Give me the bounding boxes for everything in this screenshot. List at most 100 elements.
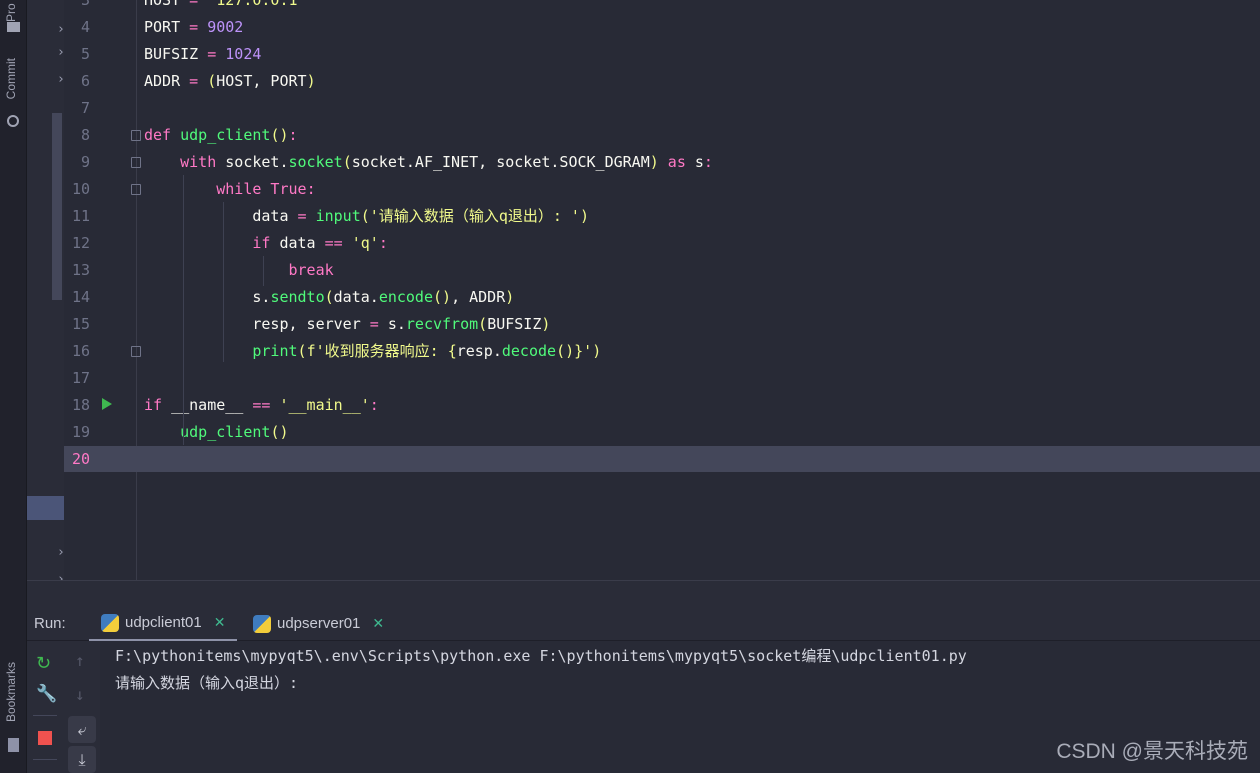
line-number: 19	[71, 423, 90, 441]
soft-wrap-icon[interactable]: ⤶	[68, 716, 96, 743]
commit-tool-button[interactable]: Commit	[4, 58, 18, 99]
line-number: 5	[80, 45, 90, 63]
console-line: F:\pythonitems\mypyqt5\.env\Scripts\pyth…	[115, 647, 967, 665]
close-icon[interactable]: ✕	[214, 614, 226, 631]
code-token: ()	[270, 423, 289, 441]
watermark: CSDN @景天科技苑	[1056, 740, 1248, 763]
tab-udpclient01[interactable]: udpclient01 ✕	[89, 606, 238, 641]
code-token: :	[369, 396, 379, 414]
stop-icon[interactable]	[38, 731, 52, 745]
code-token: (	[360, 207, 370, 225]
run-tool-window-header: Run: udpclient01 ✕ udpserver01 ✕	[27, 606, 1260, 641]
editor-horizontal-scrollbar[interactable]	[27, 580, 1260, 606]
code-line[interactable]: HOST = '127.0.0.1'	[144, 0, 307, 14]
line-number: 6	[80, 72, 90, 90]
code-token: resp.	[456, 342, 502, 360]
code-token: (	[324, 288, 334, 306]
code-token: 1024	[225, 45, 262, 63]
line-number: 8	[80, 126, 90, 144]
tab-udpserver01[interactable]: udpserver01 ✕	[241, 606, 396, 641]
code-line[interactable]: print(f'收到服务器响应: {resp.decode()}')	[144, 338, 601, 365]
code-line[interactable]: break	[144, 257, 333, 284]
run-gutter-icon[interactable]	[102, 398, 112, 410]
code-token: ==	[252, 396, 280, 414]
code-token: )	[541, 315, 551, 333]
fold-marker-icon[interactable]	[131, 157, 141, 168]
code-line[interactable]: ADDR = (HOST, PORT)	[144, 68, 316, 95]
code-token: udp_client	[180, 126, 271, 144]
code-token: :	[306, 180, 316, 198]
code-token: )	[505, 288, 515, 306]
code-token: :	[378, 234, 388, 252]
folder-icon	[7, 22, 20, 32]
arrow-up-icon[interactable]: ↑	[75, 651, 85, 670]
bookmark-icon	[8, 738, 19, 752]
code-token: PORT	[144, 18, 190, 36]
code-token: =	[207, 45, 226, 63]
code-token: recvfrom	[405, 315, 479, 333]
arrow-down-icon[interactable]: ↓	[75, 685, 85, 704]
code-token: if	[144, 396, 172, 414]
code-token: while True	[144, 180, 307, 198]
code-token: (	[207, 72, 217, 90]
console-line: 请输入数据（输入q退出）:	[115, 674, 299, 692]
code-line[interactable]: def udp_client():	[144, 122, 298, 149]
line-number: 14	[71, 288, 90, 306]
line-number: 16	[71, 342, 90, 360]
code-token: f'收到服务器响应:	[306, 342, 448, 360]
code-line[interactable]: BUFSIZ = 1024	[144, 41, 261, 68]
line-number: 20	[71, 450, 90, 468]
bookmarks-tool-button[interactable]: Bookmarks	[4, 662, 18, 722]
code-token: ADDR	[144, 72, 190, 90]
rerun-icon[interactable]: ↻	[36, 653, 51, 674]
tree-selected-item[interactable]	[27, 496, 64, 520]
code-token: }	[574, 342, 584, 360]
code-line[interactable]: if __name__ == '__main__':	[144, 392, 379, 419]
code-line[interactable]: data = input('请输入数据（输入q退出）: ')	[144, 203, 589, 230]
code-token: ==	[324, 234, 352, 252]
code-token: =	[189, 18, 208, 36]
indent-guide	[223, 202, 224, 362]
code-line[interactable]: while True:	[144, 176, 316, 203]
close-icon[interactable]: ✕	[372, 615, 384, 632]
current-line-highlight	[64, 446, 1260, 472]
code-line[interactable]: resp, server = s.recvfrom(BUFSIZ)	[144, 311, 550, 338]
code-token: :	[288, 126, 298, 144]
line-number: 13	[71, 261, 90, 279]
code-token: )	[592, 342, 602, 360]
divider	[33, 715, 57, 716]
project-tool-button[interactable]: Pro	[4, 0, 18, 22]
code-token: (	[342, 153, 352, 171]
indent-guide	[183, 175, 184, 445]
code-token: BUFSIZ	[144, 45, 208, 63]
code-token: socket.AF_INET, socket.SOCK_DGRAM	[351, 153, 650, 171]
code-line[interactable]: PORT = 9002	[144, 14, 243, 41]
code-token: s.	[387, 315, 406, 333]
run-toolbar: ↻ 🔧	[27, 641, 63, 773]
console-toolbar: ↑ ↓ ⤶ ⤓	[63, 641, 100, 773]
python-icon	[253, 614, 271, 633]
tree-scrollbar[interactable]	[52, 113, 62, 300]
code-token: encode	[378, 288, 433, 306]
code-token: sendto	[270, 288, 325, 306]
tab-label: udpclient01	[125, 614, 202, 631]
code-line[interactable]: with socket.socket(socket.AF_INET, socke…	[144, 149, 713, 176]
line-number: 11	[71, 207, 90, 225]
fold-marker-icon[interactable]	[131, 130, 141, 141]
code-token: '请输入数据（输入q退出）: '	[369, 207, 580, 225]
code-token: ()	[270, 126, 289, 144]
wrench-icon[interactable]: 🔧	[36, 684, 57, 704]
line-number: 10	[71, 180, 90, 198]
code-line[interactable]: udp_client()	[144, 419, 289, 446]
fold-marker-icon[interactable]	[131, 184, 141, 195]
tab-label: udpserver01	[277, 615, 361, 632]
code-token: 9002	[207, 18, 244, 36]
line-number: 17	[71, 369, 90, 387]
line-number: 7	[80, 99, 90, 117]
scroll-to-end-icon[interactable]: ⤓	[68, 746, 96, 773]
fold-marker-icon[interactable]	[131, 346, 141, 357]
code-token: data	[144, 207, 298, 225]
code-token: s	[694, 153, 704, 171]
code-line[interactable]: s.sendto(data.encode(), ADDR)	[144, 284, 514, 311]
code-line[interactable]: if data == 'q':	[144, 230, 388, 257]
